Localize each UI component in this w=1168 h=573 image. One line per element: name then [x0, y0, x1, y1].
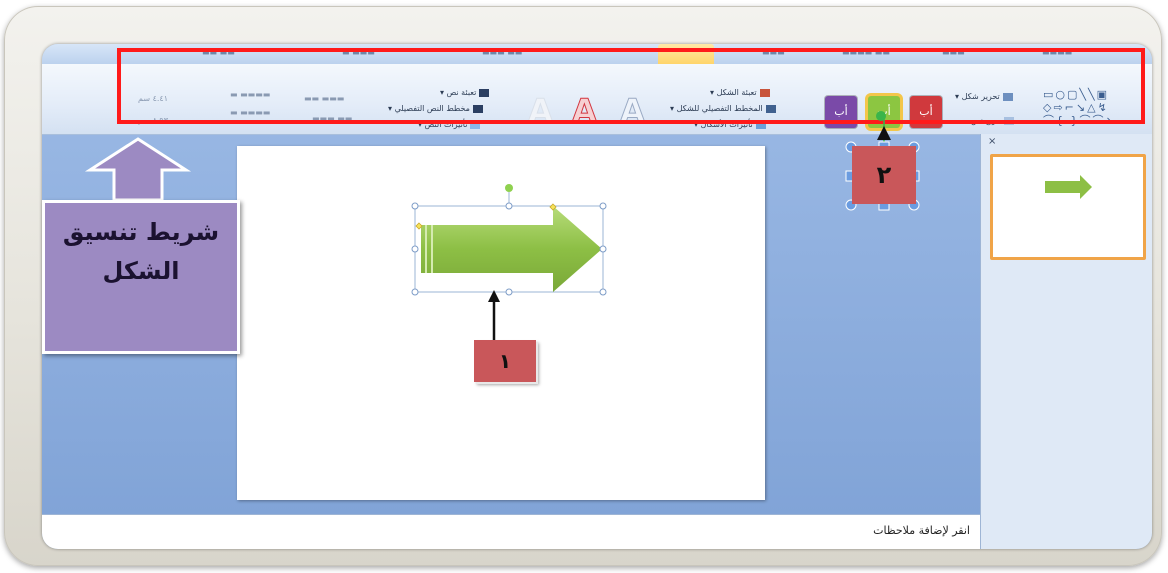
ribbon-caption: شريط تنسيق الشكل — [62, 218, 220, 285]
callout-label-one: ١ — [474, 340, 536, 382]
notes-placeholder: انقر لإضافة ملاحظات — [873, 524, 970, 537]
callout-label-two: ٢ — [852, 146, 916, 204]
pointer-arrow-two — [877, 126, 891, 140]
close-icon[interactable]: × — [988, 136, 996, 147]
rotation-handle[interactable] — [505, 184, 513, 192]
slides-pane: × — [980, 134, 1152, 549]
thumbnail-arrow-shape — [1045, 175, 1092, 199]
pointer-arrow-one — [488, 290, 500, 342]
ribbon-highlight-box — [117, 48, 1145, 124]
rotation-handle-green — [876, 111, 886, 121]
notes-pane[interactable]: انقر لإضافة ملاحظات — [42, 514, 980, 549]
up-arrow-callout — [84, 137, 192, 202]
thumbnail-content — [1045, 175, 1092, 199]
ribbon-caption-box: شريط تنسيق الشكل — [42, 200, 240, 354]
selected-arrow-shape[interactable] — [414, 205, 604, 293]
slide-thumbnail[interactable] — [990, 154, 1146, 260]
